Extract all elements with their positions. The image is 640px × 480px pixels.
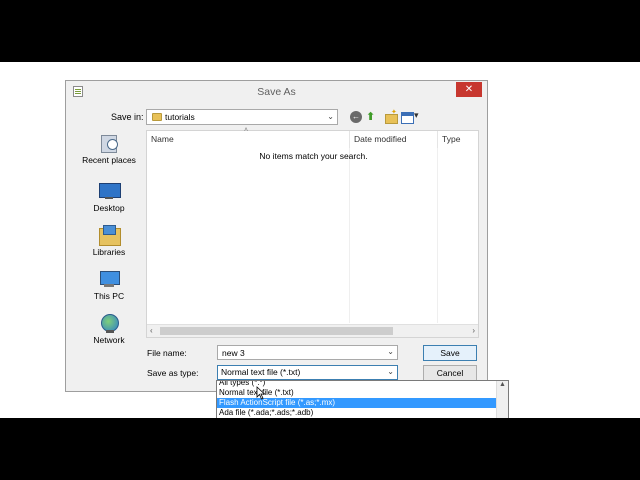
save-in-value: tutorials (165, 112, 195, 122)
screen: Save As ✕ Save in: tutorials ⌄ ← ⬆ Recen… (0, 62, 640, 418)
column-header-date-modified[interactable]: Date modified (349, 131, 437, 148)
column-divider (437, 148, 438, 323)
place-desktop[interactable]: Desktop (74, 181, 144, 213)
scroll-up-icon[interactable]: ▲ (499, 381, 506, 388)
chevron-down-icon: ⌄ (327, 112, 334, 121)
mouse-cursor-icon (256, 386, 266, 400)
file-name-input[interactable]: new 3 ⌄ (217, 345, 398, 360)
save-in-combo[interactable]: tutorials ⌄ (146, 109, 338, 125)
file-list[interactable]: ˄ Name Date modified Type No items match… (146, 127, 479, 338)
back-arrow-icon[interactable]: ← (350, 111, 362, 123)
folder-icon (152, 113, 162, 121)
place-label: Desktop (93, 203, 125, 213)
view-menu-icon[interactable] (401, 110, 421, 124)
cancel-button[interactable]: Cancel (423, 365, 477, 381)
desktop-icon (98, 181, 121, 201)
place-label: Network (93, 335, 125, 345)
chevron-down-icon[interactable]: ⌄ (387, 347, 394, 356)
file-name-value: new 3 (222, 348, 245, 358)
horizontal-scrollbar[interactable]: ‹ › (147, 324, 478, 337)
title-bar[interactable]: Save As ✕ (66, 81, 487, 103)
place-this-pc[interactable]: This PC (74, 269, 144, 301)
window-title: Save As (257, 86, 296, 98)
recent-places-icon (98, 133, 120, 153)
dropdown-item[interactable]: Ada file (*.ada;*.ads;*.adb) (217, 408, 496, 418)
column-divider (349, 148, 350, 323)
save-as-type-select[interactable]: Normal text file (*.txt) ⌄ (217, 365, 398, 380)
up-folder-icon[interactable]: ⬆ (366, 111, 378, 123)
column-header-name[interactable]: Name (151, 131, 341, 148)
scrollbar-thumb[interactable] (160, 327, 393, 335)
place-label: Recent places (82, 155, 136, 165)
empty-message: No items match your search. (259, 151, 368, 161)
place-network[interactable]: Network (74, 313, 144, 345)
chevron-down-icon[interactable]: ⌄ (387, 367, 394, 376)
save-in-label: Save in: (111, 112, 144, 122)
libraries-icon (98, 225, 121, 246)
network-icon (98, 313, 120, 333)
this-pc-icon (98, 269, 120, 289)
save-as-type-value: Normal text file (*.txt) (221, 367, 301, 377)
save-as-dialog: Save As ✕ Save in: tutorials ⌄ ← ⬆ Recen… (65, 80, 488, 392)
save-as-type-label: Save as type: (147, 368, 199, 378)
scroll-left-icon[interactable]: ‹ (150, 326, 153, 335)
place-label: Libraries (92, 247, 126, 257)
column-header-type[interactable]: Type (437, 131, 479, 148)
save-button[interactable]: Save (423, 345, 477, 361)
place-label: This PC (93, 291, 125, 301)
place-libraries[interactable]: Libraries (74, 225, 144, 257)
dropdown-scrollbar[interactable]: ▲ (496, 381, 508, 418)
place-recent-places[interactable]: Recent places (74, 133, 144, 165)
scroll-right-icon[interactable]: › (472, 326, 475, 335)
new-folder-icon[interactable] (385, 108, 398, 124)
file-name-label: File name: (147, 348, 187, 358)
close-button[interactable]: ✕ (456, 82, 482, 97)
